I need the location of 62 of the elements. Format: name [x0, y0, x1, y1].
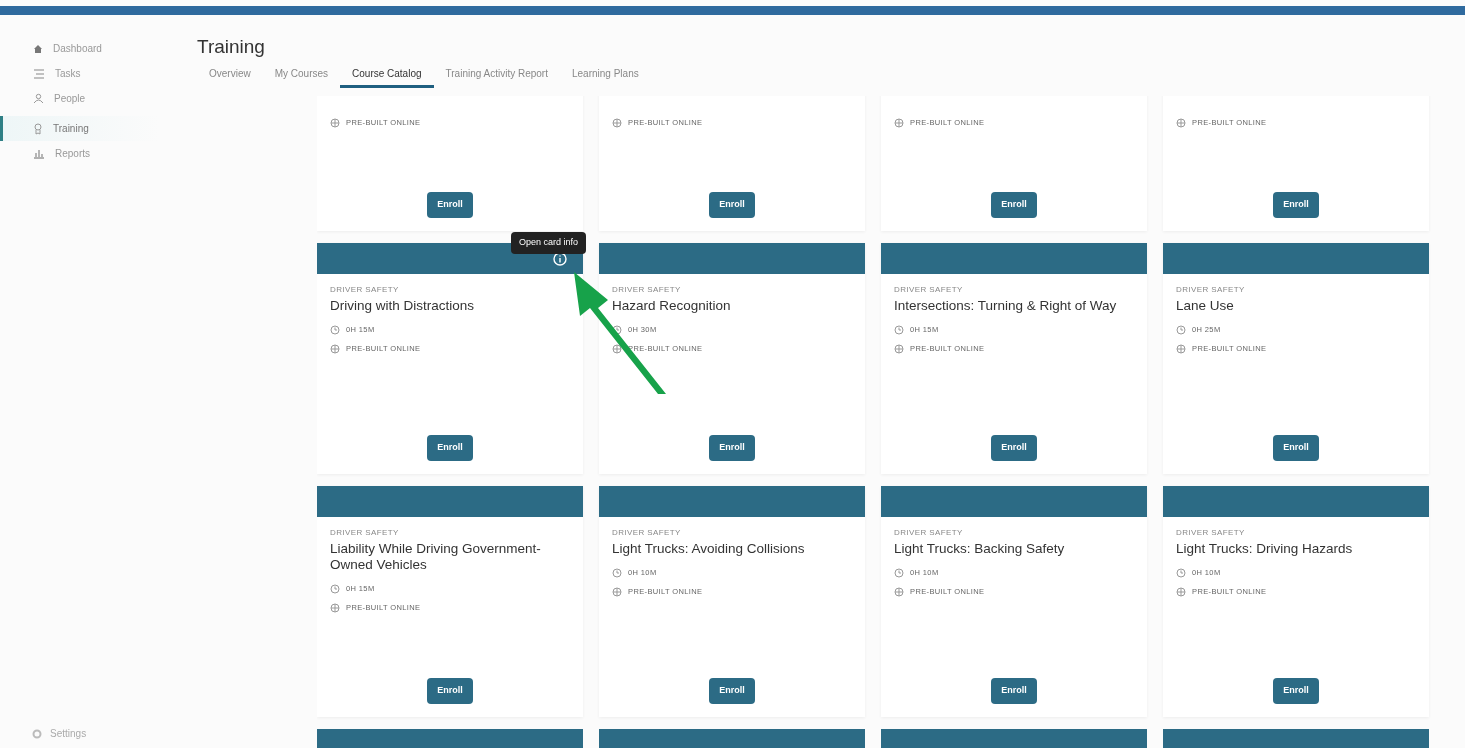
enroll-button[interactable]: Enroll: [709, 435, 755, 461]
clock-icon: [330, 583, 340, 594]
info-icon[interactable]: [553, 252, 567, 266]
globe-icon: [1176, 117, 1186, 128]
globe-icon: [330, 117, 340, 128]
gear-icon: [32, 728, 42, 739]
bar-chart-icon: [33, 148, 45, 159]
globe-icon: [612, 586, 622, 597]
category-label: DRIVER SAFETY: [894, 527, 964, 539]
clock-icon: [612, 567, 622, 578]
clock-icon: [330, 324, 340, 335]
globe-icon: [330, 343, 340, 354]
clock-icon: [894, 324, 904, 335]
course-title: Intersections: Turning & Right of Way: [894, 298, 1118, 314]
enroll-button[interactable]: Enroll: [709, 192, 755, 218]
globe-icon: [1176, 586, 1186, 597]
tab[interactable]: Training Activity Report: [433, 66, 560, 88]
tab[interactable]: My Courses: [262, 66, 341, 88]
enroll-button[interactable]: Enroll: [427, 435, 473, 461]
tab[interactable]: Course Catalog: [340, 66, 434, 88]
home-icon: [33, 43, 43, 54]
globe-icon: [894, 343, 904, 354]
course-title: Driving with Distractions: [330, 298, 476, 314]
enroll-button[interactable]: Enroll: [991, 192, 1037, 218]
award-icon: [33, 122, 43, 135]
clock-icon: [1176, 324, 1186, 335]
enroll-button[interactable]: Enroll: [1273, 192, 1319, 218]
globe-icon: [612, 117, 622, 128]
enroll-button[interactable]: Enroll: [427, 192, 473, 218]
list-icon: [33, 67, 45, 80]
tab[interactable]: Overview: [197, 66, 263, 88]
globe-icon: [612, 343, 622, 354]
category-label: DRIVER SAFETY: [894, 284, 964, 296]
clock-icon: [1176, 567, 1186, 578]
category-label: DRIVER SAFETY: [612, 527, 682, 539]
category-label: DRIVER SAFETY: [1176, 284, 1246, 296]
category-label: DRIVER SAFETY: [330, 527, 400, 539]
enroll-button[interactable]: Enroll: [1273, 435, 1319, 461]
globe-icon: [894, 586, 904, 597]
enroll-button[interactable]: Enroll: [991, 435, 1037, 461]
category-label: DRIVER SAFETY: [1176, 527, 1246, 539]
enroll-button[interactable]: Enroll: [427, 678, 473, 704]
course-title: Liability While Driving Government-Owned Vehicles: [330, 541, 542, 573]
enroll-button[interactable]: Enroll: [991, 678, 1037, 704]
enroll-button[interactable]: Enroll: [709, 678, 755, 704]
person-icon: [33, 93, 44, 104]
course-title: Light Trucks: Avoiding Collisions: [612, 541, 806, 557]
tooltip: Open card info: [511, 232, 587, 254]
category-label: DRIVER SAFETY: [612, 284, 682, 296]
course-title: Lane Use: [1176, 298, 1235, 314]
enroll-button[interactable]: Enroll: [1273, 678, 1319, 704]
globe-icon: [1176, 343, 1186, 354]
category-label: DRIVER SAFETY: [330, 284, 400, 296]
clock-icon: [612, 324, 622, 335]
course-title: Light Trucks: Backing Safety: [894, 541, 1066, 557]
globe-icon: [894, 117, 904, 128]
page-title: Training: [197, 35, 265, 59]
course-title: Hazard Recognition: [612, 298, 732, 314]
globe-icon: [330, 602, 340, 613]
tab[interactable]: Learning Plans: [560, 66, 651, 88]
clock-icon: [894, 567, 904, 578]
course-title: Light Trucks: Driving Hazards: [1176, 541, 1354, 557]
